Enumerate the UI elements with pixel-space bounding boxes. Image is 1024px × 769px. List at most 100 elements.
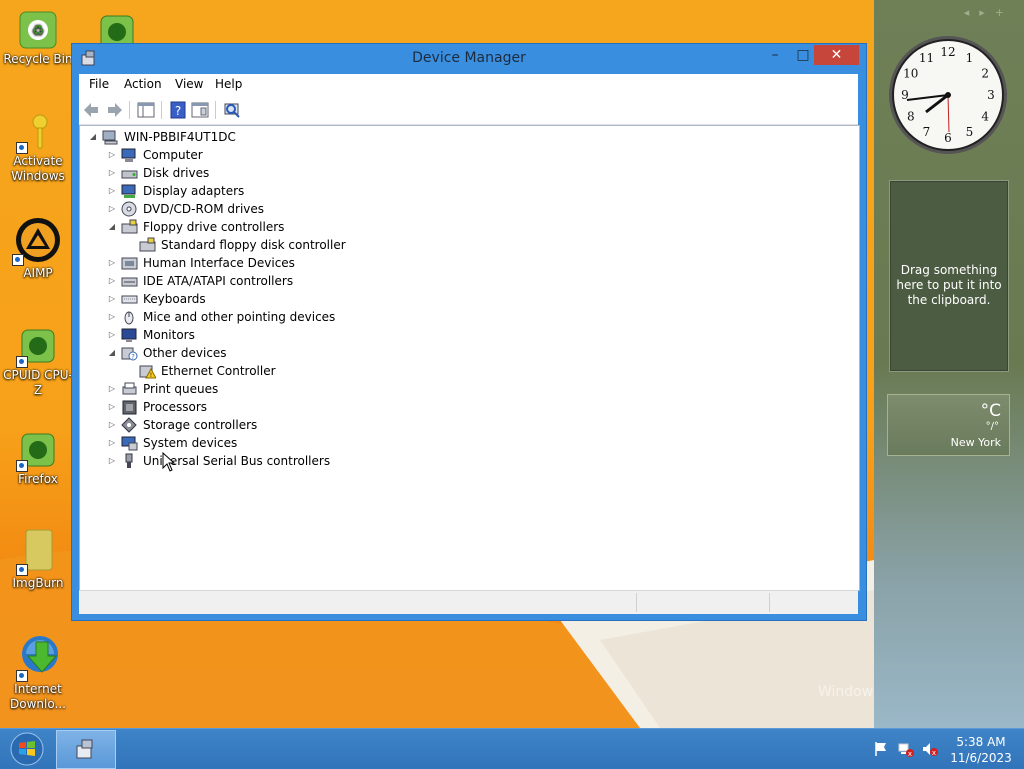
collapsed-arrow-icon[interactable]: ▷ — [107, 146, 117, 164]
tree-item-label: Display adapters — [143, 184, 245, 198]
desktop-icon-imgburn[interactable]: ImgBurn — [2, 528, 74, 591]
collapsed-arrow-icon[interactable]: ▷ — [107, 398, 117, 416]
aimp-icon — [12, 216, 62, 266]
menu-action[interactable]: Action — [124, 77, 162, 91]
expanded-arrow-icon[interactable]: ◢ — [107, 218, 117, 236]
collapsed-arrow-icon[interactable]: ▷ — [107, 182, 117, 200]
tree-item-label: Monitors — [143, 328, 195, 342]
tree-item-label: Processors — [143, 400, 208, 414]
device-manager-icon — [76, 739, 93, 759]
menu-help[interactable]: Help — [215, 77, 242, 91]
collapsed-arrow-icon[interactable]: ▷ — [107, 326, 117, 344]
collapsed-arrow-icon[interactable]: ▷ — [107, 254, 117, 272]
clock-number: 2 — [981, 67, 989, 81]
clock-number: 6 — [944, 131, 952, 145]
desktop-icon-cpuid-cpuz[interactable]: CPUID CPU-Z — [2, 326, 74, 398]
shortcut-arrow-icon — [16, 670, 28, 682]
taskbar-device-manager-button[interactable] — [56, 730, 116, 769]
tree-item-label: Human Interface Devices — [143, 256, 295, 270]
back-icon[interactable] — [82, 100, 102, 120]
toolbar-separator — [129, 101, 130, 119]
volume-muted-icon[interactable]: x — [922, 741, 938, 757]
ide-controller-icon — [121, 277, 138, 287]
maximize-button[interactable]: □ — [790, 45, 816, 65]
idm-icon — [16, 632, 58, 682]
clock-number: 12 — [940, 45, 955, 59]
help-icon[interactable]: ? — [168, 100, 188, 120]
system-devices-icon — [121, 436, 138, 451]
collapsed-arrow-icon[interactable]: ▷ — [107, 452, 117, 470]
desktop-icon-firefox[interactable]: Firefox — [2, 430, 74, 487]
svg-text:♻: ♻ — [32, 23, 45, 39]
forward-icon[interactable] — [104, 100, 124, 120]
clock-number: 7 — [923, 125, 931, 139]
recycle-bin-icon: ♻ — [18, 10, 58, 50]
desktop-icon-internet-download-manager[interactable]: Internet Downlo... — [2, 632, 74, 712]
usb-icon — [125, 453, 133, 468]
properties-icon[interactable] — [190, 100, 210, 120]
svg-text:x: x — [908, 750, 912, 757]
hid-icon — [121, 257, 138, 270]
cpuz-icon — [16, 326, 58, 368]
title-bar[interactable]: Device Manager – □ ✕ — [72, 44, 866, 74]
clock-number: 8 — [907, 110, 915, 124]
device-tree[interactable]: ◢ WIN-PBBIF4UT1DC ▷ Computer ▷ Disk drives ▷… — [79, 125, 860, 591]
tree-item-label: Storage controllers — [143, 418, 258, 432]
collapsed-arrow-icon[interactable]: ▷ — [107, 200, 117, 218]
status-bar — [79, 590, 858, 614]
action-center-flag-icon[interactable] — [873, 741, 889, 757]
desktop-icon-aimp[interactable]: AIMP — [2, 216, 74, 281]
computer-root-icon — [102, 130, 118, 145]
toolbar-separator — [215, 101, 216, 119]
expanded-arrow-icon[interactable]: ◢ — [88, 128, 98, 146]
mouse-icon — [124, 311, 134, 325]
weather-city: New York — [950, 436, 1001, 449]
clock-display[interactable]: 5:38 AM 11/6/2023 — [950, 734, 1012, 766]
mouse-cursor — [162, 452, 176, 472]
menu-file[interactable]: File — [89, 77, 109, 91]
desktop-icon-recycle-bin[interactable]: ♻ Recycle Bin — [2, 10, 74, 67]
tree-item-label: Floppy drive controllers — [143, 220, 285, 234]
clock-number: 3 — [987, 88, 995, 102]
svg-text:x: x — [932, 749, 936, 757]
tree-item-label: Disk drives — [143, 166, 210, 180]
collapsed-arrow-icon[interactable]: ▷ — [107, 272, 117, 290]
menu-bar: File Action View Help — [79, 74, 858, 96]
shortcut-arrow-icon — [16, 356, 28, 368]
collapsed-arrow-icon[interactable]: ▷ — [107, 164, 117, 182]
status-separator — [769, 593, 770, 612]
show-hide-console-tree-icon[interactable] — [136, 100, 156, 120]
keyboard-icon — [121, 295, 138, 304]
start-button-icon[interactable] — [6, 731, 48, 767]
collapsed-arrow-icon[interactable]: ▷ — [107, 416, 117, 434]
tree-item-label: IDE ATA/ATAPI controllers — [143, 274, 294, 288]
collapsed-arrow-icon[interactable]: ▷ — [107, 290, 117, 308]
minimize-button[interactable]: – — [762, 45, 788, 65]
collapsed-arrow-icon[interactable]: ▷ — [107, 380, 117, 398]
disk-drive-icon — [121, 170, 138, 179]
device-manager-window: Device Manager – □ ✕ File Action View He… — [71, 43, 867, 621]
tree-item-label: Mice and other pointing devices — [143, 310, 336, 324]
floppy-controller-icon — [139, 237, 156, 252]
tree-item-label: DVD/CD-ROM drives — [143, 202, 265, 216]
scan-hardware-changes-icon[interactable] — [222, 100, 242, 120]
collapsed-arrow-icon[interactable]: ▷ — [107, 308, 117, 326]
weather-gadget[interactable]: °C °/° New York — [887, 394, 1010, 456]
desktop-icon-label: Internet Downlo... — [10, 682, 66, 711]
computer-icon — [121, 148, 136, 162]
collapsed-arrow-icon[interactable]: ▷ — [107, 434, 117, 452]
expanded-arrow-icon[interactable]: ◢ — [107, 344, 117, 362]
shortcut-arrow-icon — [16, 564, 28, 576]
weather-temperature: °C — [980, 401, 1001, 421]
close-button[interactable]: ✕ — [814, 45, 859, 65]
sidebar-nav[interactable]: ◂▸+ — [964, 6, 1014, 19]
desktop-icon-activate-windows[interactable]: Activate Windows — [2, 112, 74, 184]
window-title: Device Manager — [412, 50, 526, 66]
warning-device-icon: ! — [139, 365, 156, 379]
network-error-icon[interactable]: x — [898, 741, 914, 757]
clipboard-gadget[interactable]: Drag something here to put it into the c… — [889, 180, 1009, 372]
menu-view[interactable]: View — [175, 77, 203, 91]
desktop-icon-label: AIMP — [23, 266, 53, 280]
shortcut-arrow-icon — [12, 254, 24, 266]
imgburn-icon — [16, 528, 58, 576]
